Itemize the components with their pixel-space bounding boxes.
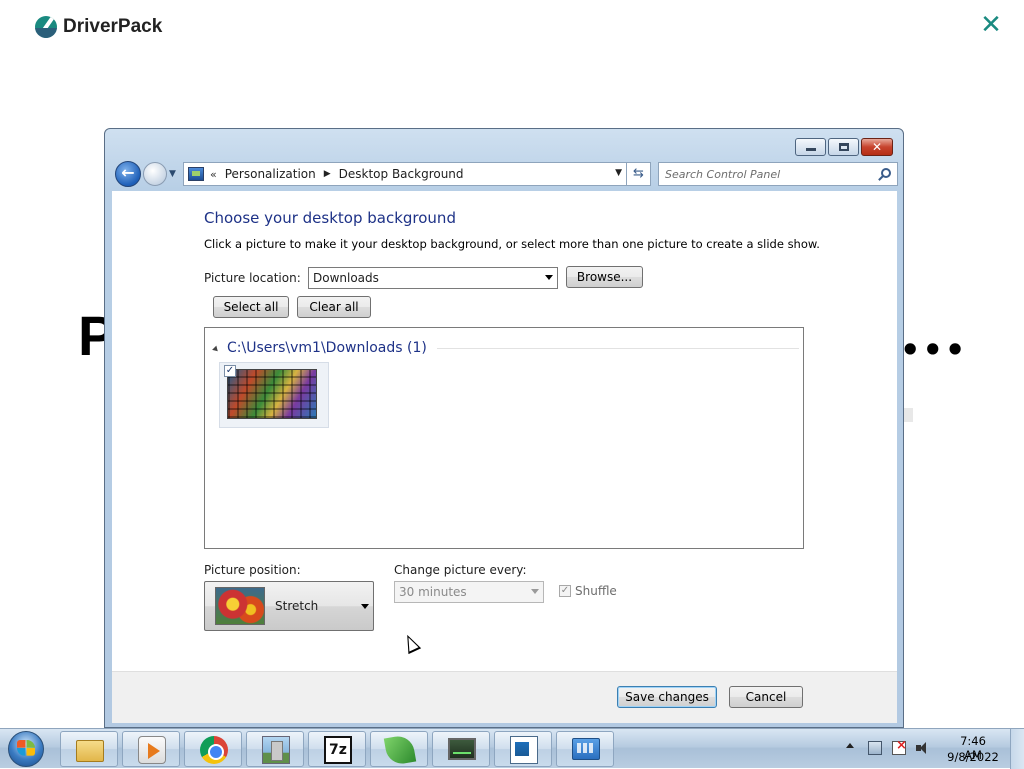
change-picture-dropdown[interactable]: 30 minutes [394,581,544,603]
group-divider [436,347,799,349]
taskbar-chrome[interactable] [184,731,242,767]
7zip-icon: 7z [324,736,352,764]
change-picture-label: Change picture every: [394,563,527,577]
browse-button[interactable]: Browse... [566,266,643,288]
shuffle-checkbox[interactable]: ✓ [559,585,571,597]
system-tray: 7:46 AM 9/8/2022 [838,729,1024,769]
driverpack-logo-icon [35,16,57,38]
recent-pages-dropdown-icon[interactable]: ▼ [169,169,179,179]
change-picture-value: 30 minutes [399,585,467,599]
chrome-icon [200,736,228,764]
breadcrumb-desktop-background[interactable]: Desktop Background [339,167,464,181]
wallpaper-image [227,369,317,419]
breadcrumb-separator-icon[interactable]: ▶ [324,169,331,179]
page-instructions: Click a picture to make it your desktop … [204,237,820,251]
cancel-button[interactable]: Cancel [729,686,803,708]
collapse-triangle-icon[interactable] [212,345,220,353]
monitor-icon [448,738,476,760]
picture-position-dropdown[interactable]: Stretch [204,581,374,631]
thumbnail-checkbox[interactable]: ✓ [224,365,236,377]
taskbar-monitor-app[interactable] [432,731,490,767]
gallery-group-title: C:\Users\vm1\Downloads (1) [227,340,427,356]
page-title: Choose your desktop background [204,209,456,227]
select-all-button[interactable]: Select all [213,296,289,318]
picture-location-dropdown[interactable]: Downloads [308,267,558,289]
search-icon[interactable] [881,168,891,178]
taskbar: 7z 7:46 AM 9/8/2022 [0,728,1024,769]
driverpack-faint-element [903,408,913,422]
network-icon[interactable] [868,741,882,755]
refresh-icon[interactable]: ⇆ [627,162,651,186]
driverpack-close-icon[interactable]: ✕ [979,12,1003,38]
minimize-button[interactable] [795,138,826,156]
document-icon [510,736,538,764]
control-panel-icon [572,738,600,760]
save-changes-button[interactable]: Save changes [617,686,717,708]
desktop-background-window: ✕ ← ▼ « Personalization ▶ Desktop Backgr… [104,128,904,728]
show-hidden-icons-icon[interactable] [846,743,854,748]
chevron-down-icon [545,275,553,280]
taskbar-media-player[interactable] [122,731,180,767]
castle-icon [262,736,290,764]
search-input[interactable] [663,164,873,184]
taskbar-7zip[interactable]: 7z [308,731,366,767]
minimize-icon [806,148,816,151]
search-box [658,162,898,186]
picture-position-label: Picture position: [204,563,301,577]
back-arrow-icon[interactable]: ← [115,161,141,187]
picture-gallery[interactable]: C:\Users\vm1\Downloads (1) ✓ [204,327,804,549]
address-dropdown-icon[interactable]: ▼ [615,168,622,178]
taskbar-explorer[interactable] [60,731,118,767]
chevron-down-icon [531,589,539,594]
volume-icon[interactable] [916,741,932,755]
show-desktop-button[interactable] [1010,729,1024,769]
navigation-bar: ← ▼ « Personalization ▶ Desktop Backgrou… [113,161,898,187]
action-center-icon[interactable] [892,738,907,755]
folder-icon [76,740,104,762]
chevron-down-icon [361,604,369,609]
picture-location-label: Picture location: [204,271,301,285]
driverpack-ellipsis: ••• [900,331,968,369]
taskbar-control-panel[interactable] [556,731,614,767]
picture-location-value: Downloads [313,271,379,285]
window-controls: ✕ [795,138,893,156]
taskbar-leaf-app[interactable] [370,731,428,767]
media-player-icon [138,736,166,764]
content-area: Choose your desktop background Click a p… [112,191,897,671]
maximize-button[interactable] [828,138,859,156]
taskbar-document-app[interactable] [494,731,552,767]
windows-logo-icon [17,740,35,756]
shuffle-option[interactable]: ✓ Shuffle [559,584,617,598]
shuffle-label: Shuffle [575,584,617,598]
clock-date[interactable]: 9/8/2022 [946,750,1000,764]
start-button[interactable] [4,730,48,768]
taskbar-castle-app[interactable] [246,731,304,767]
driverpack-logo: DriverPack [35,16,162,38]
leaf-icon [383,733,417,767]
dialog-footer: Save changes Cancel [112,671,897,723]
breadcrumb-overflow[interactable]: « [210,168,217,181]
forward-arrow-icon[interactable] [143,162,167,186]
address-bar[interactable]: « Personalization ▶ Desktop Background ▼ [183,162,627,186]
breadcrumb-personalization[interactable]: Personalization [225,167,316,181]
maximize-icon [839,143,849,151]
position-preview-image [215,587,265,625]
clear-all-button[interactable]: Clear all [297,296,371,318]
picture-position-value: Stretch [275,599,319,613]
gallery-group-header[interactable]: C:\Users\vm1\Downloads (1) [212,338,799,358]
picture-thumbnail[interactable]: ✓ [219,362,329,428]
control-panel-icon [188,167,204,181]
driverpack-logo-text: DriverPack [63,16,163,37]
close-button[interactable]: ✕ [861,138,893,156]
